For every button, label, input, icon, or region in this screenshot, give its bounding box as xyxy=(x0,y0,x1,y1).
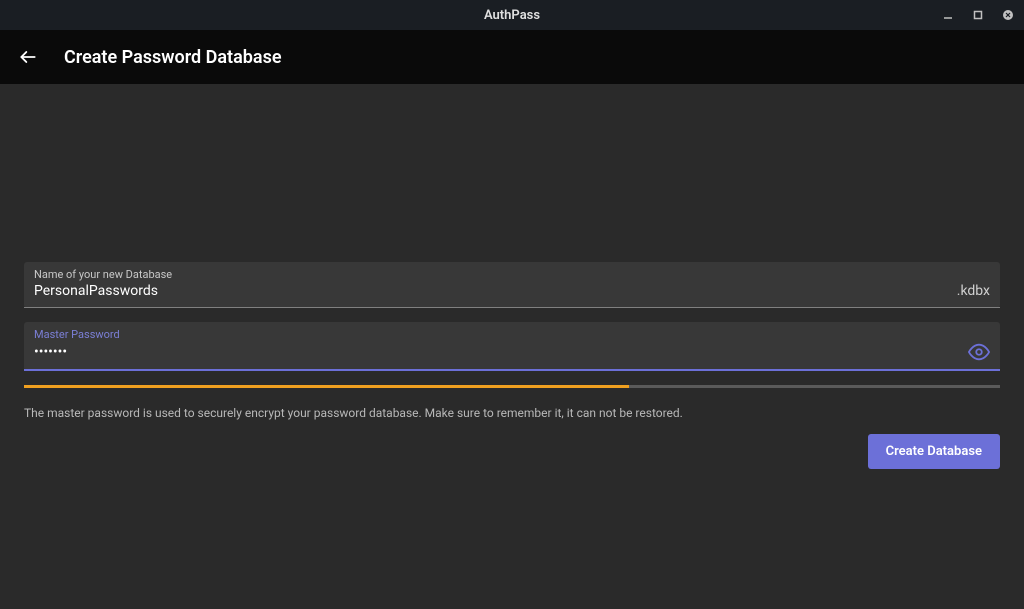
create-database-button[interactable]: Create Database xyxy=(868,434,1000,469)
master-password-input[interactable] xyxy=(34,342,960,362)
close-button[interactable] xyxy=(1000,7,1016,23)
master-password-label: Master Password xyxy=(24,322,1000,341)
page-title: Create Password Database xyxy=(64,47,282,68)
field-underline xyxy=(24,369,1000,371)
master-password-field: Master Password xyxy=(24,322,1000,371)
toggle-password-visibility-icon[interactable] xyxy=(968,341,990,363)
window-title: AuthPass xyxy=(484,8,540,23)
database-name-label: Name of your new Database xyxy=(24,262,1000,281)
content-area: Name of your new Database .kdbx Master P… xyxy=(0,84,1024,469)
window-controls xyxy=(940,7,1016,23)
titlebar: AuthPass xyxy=(0,0,1024,30)
database-name-field: Name of your new Database .kdbx xyxy=(24,262,1000,308)
field-underline xyxy=(24,307,1000,308)
strength-filled xyxy=(24,385,629,388)
database-name-suffix: .kdbx xyxy=(957,283,990,299)
minimize-button[interactable] xyxy=(940,7,956,23)
password-strength-bar xyxy=(24,385,1000,388)
appbar: Create Password Database xyxy=(0,30,1024,84)
database-name-input[interactable] xyxy=(34,281,949,301)
strength-empty xyxy=(629,385,1000,388)
helper-text: The master password is used to securely … xyxy=(24,406,1000,420)
action-row: Create Database xyxy=(24,434,1000,469)
maximize-button[interactable] xyxy=(970,7,986,23)
back-button[interactable] xyxy=(16,45,40,69)
